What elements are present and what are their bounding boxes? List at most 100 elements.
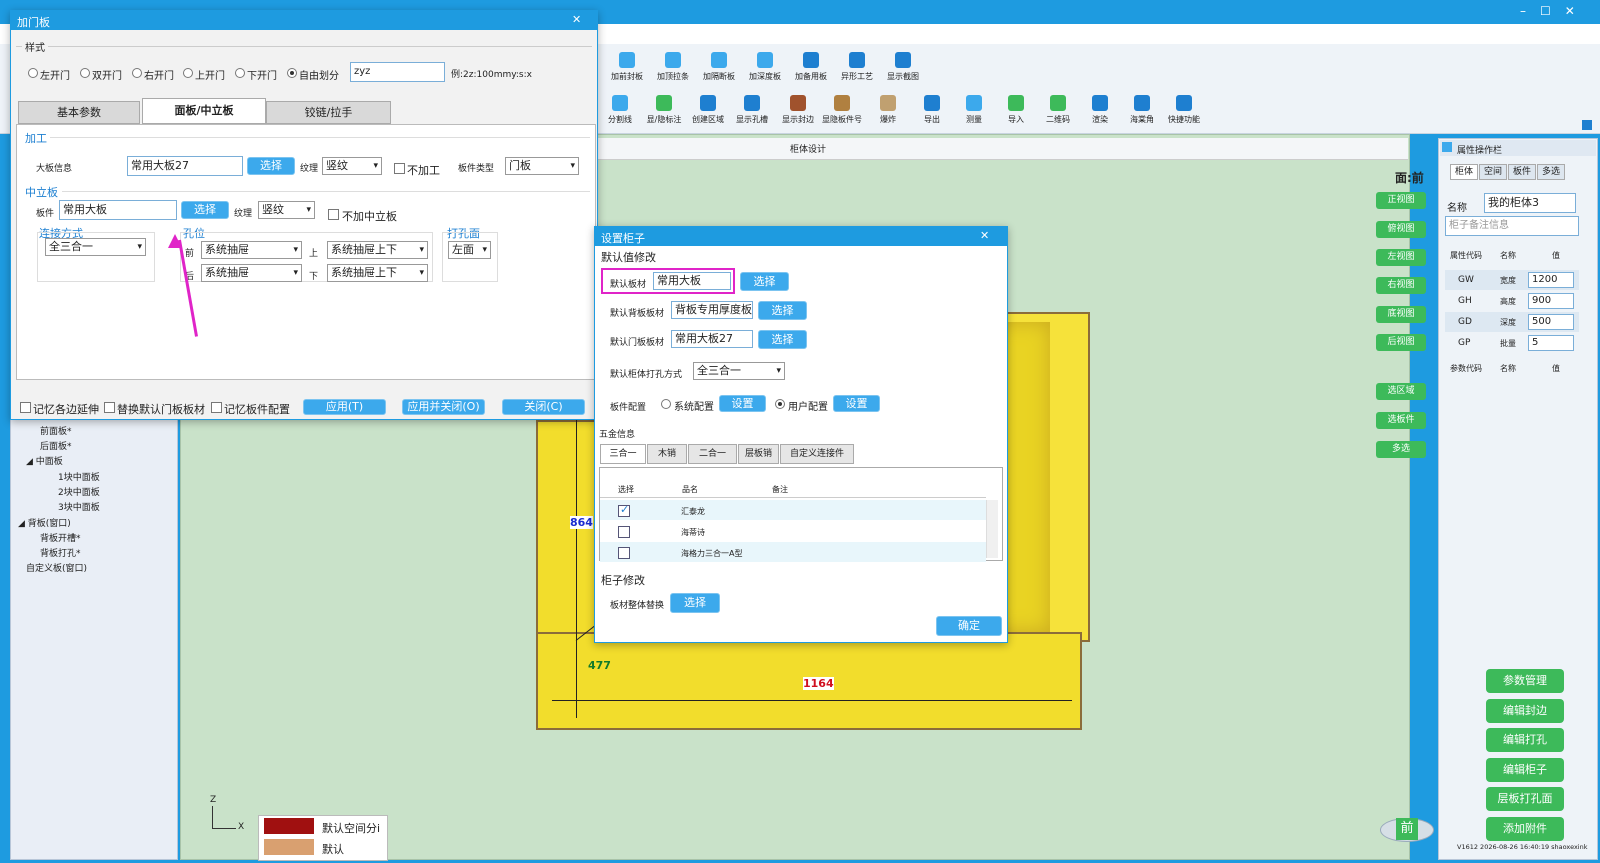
cabinet-note-input[interactable]: 柜子备注信息: [1445, 216, 1579, 236]
maximize-button[interactable]: ☐: [1540, 4, 1551, 18]
property-action-button-3[interactable]: 编辑柜子: [1486, 757, 1564, 782]
tree-item[interactable]: 2块中面板: [58, 485, 100, 498]
hole-back-select[interactable]: 系统抽屉: [201, 264, 302, 282]
toolbar-button-r2-2[interactable]: 创建区域: [686, 95, 730, 125]
view-button-5[interactable]: 后视图: [1376, 334, 1426, 351]
style-radio-0[interactable]: [28, 68, 38, 78]
cabinet-dialog-close-icon[interactable]: ✕: [980, 229, 989, 242]
tree-item[interactable]: 前面板*: [40, 424, 72, 437]
hardware-tab-4[interactable]: 自定义连接件: [780, 444, 854, 464]
toolbar-button-r2-1[interactable]: 显/隐标注: [642, 95, 686, 125]
cabinet-name-input[interactable]: 我的柜体3: [1484, 193, 1576, 213]
attr-value-input[interactable]: 5: [1528, 335, 1574, 351]
door-tab-2[interactable]: 铰链/拉手: [266, 101, 391, 124]
style-radio-3[interactable]: [183, 68, 193, 78]
hardware-tab-3[interactable]: 层板销: [738, 444, 779, 464]
default-drill-select[interactable]: 全三合一: [693, 362, 785, 380]
hardware-row-checkbox[interactable]: [618, 547, 630, 559]
board-info-input[interactable]: 常用大板27: [127, 156, 243, 176]
board-info-select-button[interactable]: 选择: [247, 157, 295, 175]
toolbar-button-1[interactable]: 加顶拉条: [650, 52, 696, 82]
drill-select[interactable]: 左面: [448, 241, 491, 259]
default-door-select-button[interactable]: 选择: [758, 330, 807, 349]
hole-down-select[interactable]: 系统抽屉上下: [327, 264, 428, 282]
toolbar-button-6[interactable]: 显示截图: [880, 52, 926, 82]
no-process-checkbox[interactable]: [394, 163, 405, 174]
apply-button[interactable]: 应用(T): [303, 399, 386, 415]
attr-value-input[interactable]: 500: [1528, 314, 1574, 330]
hardware-tab-0[interactable]: 三合一: [600, 444, 646, 464]
toolbar-button-r2-10[interactable]: 二维码: [1036, 95, 1080, 125]
default-back-input[interactable]: 背板专用厚度板: [671, 301, 753, 319]
apply-close-button[interactable]: 应用并关闭(O): [402, 399, 485, 415]
minimize-button[interactable]: –: [1520, 4, 1526, 18]
style-radio-2[interactable]: [132, 68, 142, 78]
property-tab-2[interactable]: 板件: [1508, 164, 1536, 180]
tree-item[interactable]: 3块中面板: [58, 500, 100, 513]
tree-item[interactable]: 1块中面板: [58, 470, 100, 483]
view-button-3[interactable]: 右视图: [1376, 277, 1426, 294]
door-dialog-close-icon[interactable]: ✕: [572, 13, 581, 26]
style-radio-5[interactable]: [287, 68, 297, 78]
grain-select[interactable]: 竖纹: [322, 157, 382, 175]
hardware-tab-1[interactable]: 木销: [647, 444, 687, 464]
footer-checkbox-0[interactable]: [20, 402, 31, 413]
design-tab-label[interactable]: 柜体设计: [790, 142, 826, 155]
hole-up-select[interactable]: 系统抽屉上下: [327, 241, 428, 259]
toolbar-button-r2-5[interactable]: 显隐板件号: [820, 95, 864, 125]
conn-select[interactable]: 全三合一: [45, 238, 146, 256]
toolbar-button-r2-6[interactable]: 爆炸: [866, 95, 910, 125]
mid-grain-select[interactable]: 竖纹: [258, 201, 315, 219]
mid-board-input[interactable]: 常用大板: [59, 200, 177, 220]
view-button-7[interactable]: 选板件: [1376, 412, 1426, 429]
property-action-button-4[interactable]: 层板打孔面: [1486, 787, 1564, 811]
view-button-4[interactable]: 底视图: [1376, 306, 1426, 323]
toolbar-button-r2-9[interactable]: 导入: [994, 95, 1038, 125]
attr-value-input[interactable]: 900: [1528, 293, 1574, 309]
user-config-radio[interactable]: [775, 399, 785, 409]
default-door-input[interactable]: 常用大板27: [671, 330, 753, 348]
board-type-select[interactable]: 门板: [505, 157, 579, 175]
property-action-button-5[interactable]: 添加附件: [1486, 816, 1564, 841]
style-radio-1[interactable]: [80, 68, 90, 78]
view-button-8[interactable]: 多选: [1376, 441, 1426, 458]
footer-checkbox-1[interactable]: [104, 402, 115, 413]
view-button-2[interactable]: 左视图: [1376, 249, 1426, 266]
property-tab-0[interactable]: 柜体: [1450, 164, 1478, 180]
view-cube-face[interactable]: 前: [1396, 818, 1418, 840]
toolbar-button-2[interactable]: 加隔断板: [696, 52, 742, 82]
toolbar-button-r2-12[interactable]: 海棠角: [1120, 95, 1164, 125]
close-dialog-button[interactable]: 关闭(C): [502, 399, 585, 415]
style-expression-input[interactable]: zyz: [350, 62, 445, 82]
ok-button[interactable]: 确定: [936, 616, 1002, 636]
user-config-set-button[interactable]: 设置: [833, 395, 880, 412]
hardware-row-checkbox[interactable]: [618, 526, 630, 538]
style-radio-4[interactable]: [235, 68, 245, 78]
property-tab-3[interactable]: 多选: [1537, 164, 1565, 180]
default-back-select-button[interactable]: 选择: [758, 301, 807, 320]
no-mid-checkbox[interactable]: [328, 209, 339, 220]
footer-checkbox-2[interactable]: [211, 402, 222, 413]
property-action-button-1[interactable]: 编辑封边: [1486, 698, 1564, 723]
grid-icon[interactable]: [1582, 120, 1592, 130]
tree-item[interactable]: 自定义板(窗口): [26, 561, 87, 574]
view-button-6[interactable]: 选区域: [1376, 383, 1426, 400]
view-button-0[interactable]: 正视图: [1376, 192, 1426, 209]
sys-config-set-button[interactable]: 设置: [719, 395, 766, 412]
hardware-tab-2[interactable]: 二合一: [688, 444, 737, 464]
sys-config-radio[interactable]: [661, 399, 671, 409]
attr-value-input[interactable]: 1200: [1528, 272, 1574, 288]
hole-front-select[interactable]: 系统抽屉: [201, 241, 302, 259]
view-button-1[interactable]: 俯视图: [1376, 221, 1426, 238]
mid-board-select-button[interactable]: 选择: [181, 201, 229, 219]
tree-item[interactable]: 后面板*: [40, 439, 72, 452]
toolbar-button-4[interactable]: 加备用板: [788, 52, 834, 82]
toolbar-button-r2-11[interactable]: 渲染: [1078, 95, 1122, 125]
door-tab-1[interactable]: 面板/中立板: [142, 98, 266, 124]
hardware-row-checkbox[interactable]: ✓: [618, 503, 630, 517]
toolbar-button-3[interactable]: 加深度板: [742, 52, 788, 82]
tree-item[interactable]: 背板打孔*: [40, 546, 81, 559]
default-board-select-button[interactable]: 选择: [740, 272, 789, 291]
toolbar-button-r2-13[interactable]: 快捷功能: [1162, 95, 1206, 125]
toolbar-button-r2-4[interactable]: 显示封边: [776, 95, 820, 125]
